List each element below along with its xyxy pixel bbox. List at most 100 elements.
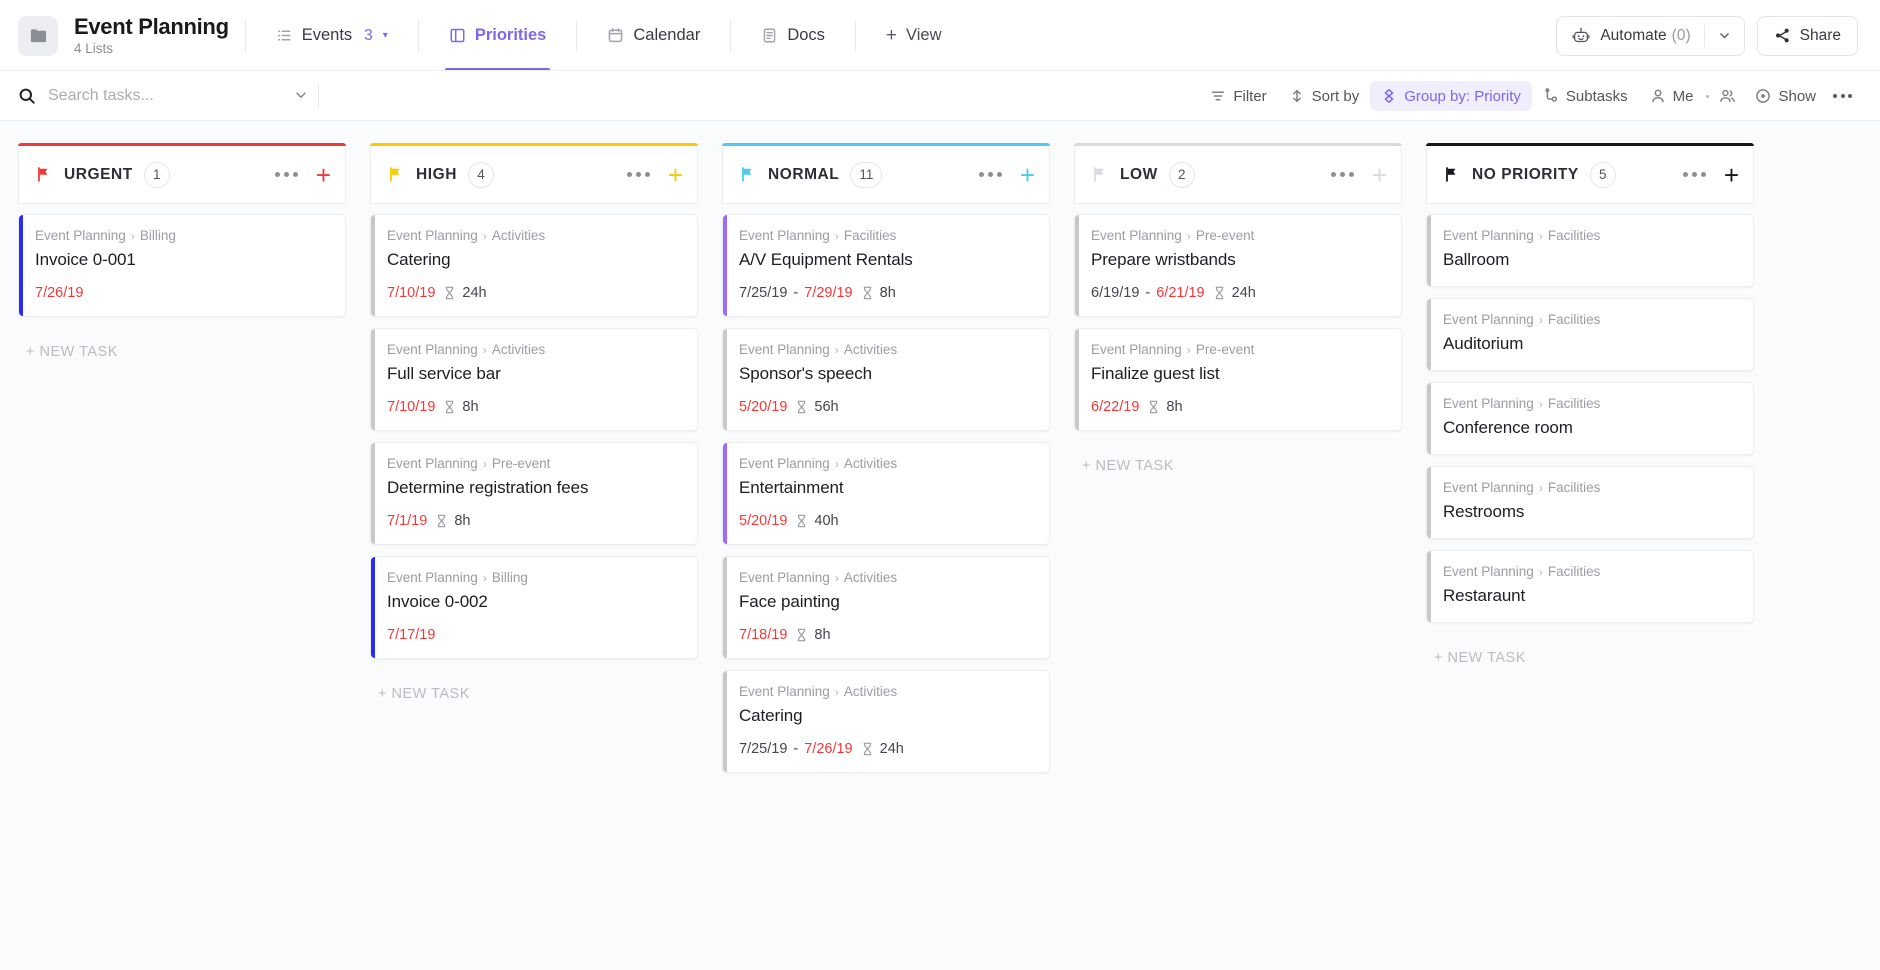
task-card[interactable]: Event Planning › Pre-event Prepare wrist… (1074, 214, 1402, 317)
task-card[interactable]: Event Planning › Activities Entertainmen… (722, 442, 1050, 545)
task-card[interactable]: Event Planning › Activities Catering 7/2… (722, 670, 1050, 773)
card-title: Restaraunt (1443, 586, 1526, 605)
card-due-date[interactable]: 7/29/19 (804, 285, 852, 301)
share-button[interactable]: Share (1756, 15, 1858, 56)
task-card[interactable]: Event Planning › Facilities Conference r… (1426, 382, 1754, 455)
tab-events[interactable]: Events 3 ▾ (262, 0, 402, 71)
column-add-task-button[interactable]: + (1020, 162, 1035, 188)
search-box[interactable] (18, 87, 318, 105)
hourglass-icon (443, 400, 456, 414)
breadcrumb-space: Event Planning (387, 228, 478, 243)
search-input[interactable] (48, 87, 284, 105)
assignees-button[interactable] (1711, 81, 1744, 111)
divider (730, 20, 732, 51)
card-due-date[interactable]: 5/20/19 (739, 399, 787, 415)
filter-button[interactable]: Filter (1199, 81, 1277, 111)
task-card[interactable]: Event Planning › Activities Catering 7/1… (370, 214, 698, 317)
hourglass-icon (795, 514, 808, 528)
card-due-date[interactable]: 7/26/19 (804, 741, 852, 757)
breadcrumb-list: Pre-event (1195, 228, 1255, 243)
column-more-button[interactable] (623, 168, 654, 181)
column-more-button[interactable] (271, 168, 302, 181)
automate-button[interactable]: Automate (0) (1556, 15, 1745, 56)
column-cards: Event Planning › Activities Catering 7/1… (370, 204, 698, 712)
hourglass-icon (861, 286, 874, 300)
tab-docs[interactable]: Docs (747, 0, 839, 71)
breadcrumb-list: Facilities (1547, 228, 1601, 243)
column-add-task-button[interactable]: + (1724, 162, 1739, 188)
column-header: NORMAL 11 + (722, 146, 1050, 204)
task-card[interactable]: Event Planning › Pre-event Finalize gues… (1074, 328, 1402, 431)
card-breadcrumb: Event Planning › Activities (739, 456, 1033, 471)
chevron-right-icon: › (1186, 342, 1191, 357)
card-due-date[interactable]: 6/21/19 (1156, 285, 1204, 301)
chevron-right-icon: › (482, 570, 487, 585)
hourglass-icon (435, 514, 448, 528)
list-color-bar (371, 557, 375, 658)
card-due-date[interactable]: 7/1/19 (387, 513, 427, 529)
column-cards: Event Planning › Facilities Ballroom Eve… (1426, 204, 1754, 676)
breadcrumb-space: Event Planning (739, 342, 830, 357)
card-due-date[interactable]: 7/10/19 (387, 399, 435, 415)
task-card[interactable]: Event Planning › Billing Invoice 0-002 7… (370, 556, 698, 659)
breadcrumb-list: Activities (491, 342, 546, 357)
card-estimate: 24h (1231, 285, 1256, 301)
task-card[interactable]: Event Planning › Pre-event Determine reg… (370, 442, 698, 545)
folder-icon[interactable] (18, 15, 58, 56)
card-due-date[interactable]: 7/17/19 (387, 627, 435, 643)
new-task-button[interactable]: + NEW TASK (18, 328, 346, 370)
task-card[interactable]: Event Planning › Activities Face paintin… (722, 556, 1050, 659)
card-estimate: 24h (879, 741, 904, 757)
breadcrumb-space: Event Planning (1091, 228, 1182, 243)
task-card[interactable]: Event Planning › Billing Invoice 0-001 7… (18, 214, 346, 317)
column-more-button[interactable] (1327, 168, 1358, 181)
column-add-task-button[interactable]: + (1372, 162, 1387, 188)
me-filter-button[interactable]: Me (1639, 81, 1705, 111)
chevron-down-icon[interactable] (1705, 29, 1744, 42)
column-count-badge: 2 (1168, 161, 1195, 188)
new-task-button[interactable]: + NEW TASK (370, 670, 698, 712)
tab-priorities[interactable]: Priorities (435, 0, 561, 71)
show-button[interactable]: Show (1744, 81, 1827, 111)
chevron-down-icon[interactable]: ▾ (383, 30, 388, 41)
new-task-button[interactable]: + NEW TASK (1074, 442, 1402, 484)
more-options-button[interactable] (1827, 94, 1858, 98)
task-card[interactable]: Event Planning › Facilities Restaraunt (1426, 550, 1754, 623)
card-due-date[interactable]: 6/22/19 (1091, 399, 1139, 415)
card-due-date[interactable]: 7/10/19 (387, 285, 435, 301)
tab-calendar[interactable]: Calendar (593, 0, 714, 71)
sort-label: Sort by (1311, 87, 1360, 105)
column-add-task-button[interactable]: + (316, 162, 331, 188)
task-card[interactable]: Event Planning › Facilities A/V Equipmen… (722, 214, 1050, 317)
task-card[interactable]: Event Planning › Activities Sponsor's sp… (722, 328, 1050, 431)
card-breadcrumb: Event Planning › Pre-event (387, 456, 681, 471)
new-task-button[interactable]: + NEW TASK (1426, 634, 1754, 676)
column-more-button[interactable] (975, 168, 1006, 181)
chevron-right-icon: › (1538, 312, 1543, 327)
task-card[interactable]: Event Planning › Facilities Restrooms (1426, 466, 1754, 539)
column-header: URGENT 1 + (18, 146, 346, 204)
list-color-bar (371, 443, 375, 544)
hourglass-icon (861, 742, 874, 756)
column-count-badge: 4 (467, 161, 494, 188)
card-title: Entertainment (739, 478, 844, 497)
card-breadcrumb: Event Planning › Facilities (1443, 312, 1737, 327)
task-card[interactable]: Event Planning › Activities Full service… (370, 328, 698, 431)
chevron-down-icon[interactable] (284, 88, 318, 105)
card-due-date[interactable]: 7/26/19 (35, 285, 83, 301)
add-view-button[interactable]: + View (872, 0, 956, 71)
card-due-date[interactable]: 5/20/19 (739, 513, 787, 529)
card-meta: 7/25/19 -7/29/19 8h (739, 285, 1033, 301)
card-meta: 7/26/19 (35, 285, 329, 301)
group-by-button[interactable]: Group by: Priority (1370, 81, 1532, 111)
column-add-task-button[interactable]: + (668, 162, 683, 188)
column-more-button[interactable] (1679, 168, 1710, 181)
column-title: HIGH (416, 165, 457, 183)
sort-button[interactable]: Sort by (1278, 81, 1371, 111)
task-card[interactable]: Event Planning › Facilities Ballroom (1426, 214, 1754, 287)
priority-flag-icon (1091, 166, 1108, 183)
card-due-date[interactable]: 7/18/19 (739, 627, 787, 643)
subtasks-button[interactable]: Subtasks (1532, 81, 1639, 111)
task-card[interactable]: Event Planning › Facilities Auditorium (1426, 298, 1754, 371)
chevron-right-icon: › (834, 570, 839, 585)
